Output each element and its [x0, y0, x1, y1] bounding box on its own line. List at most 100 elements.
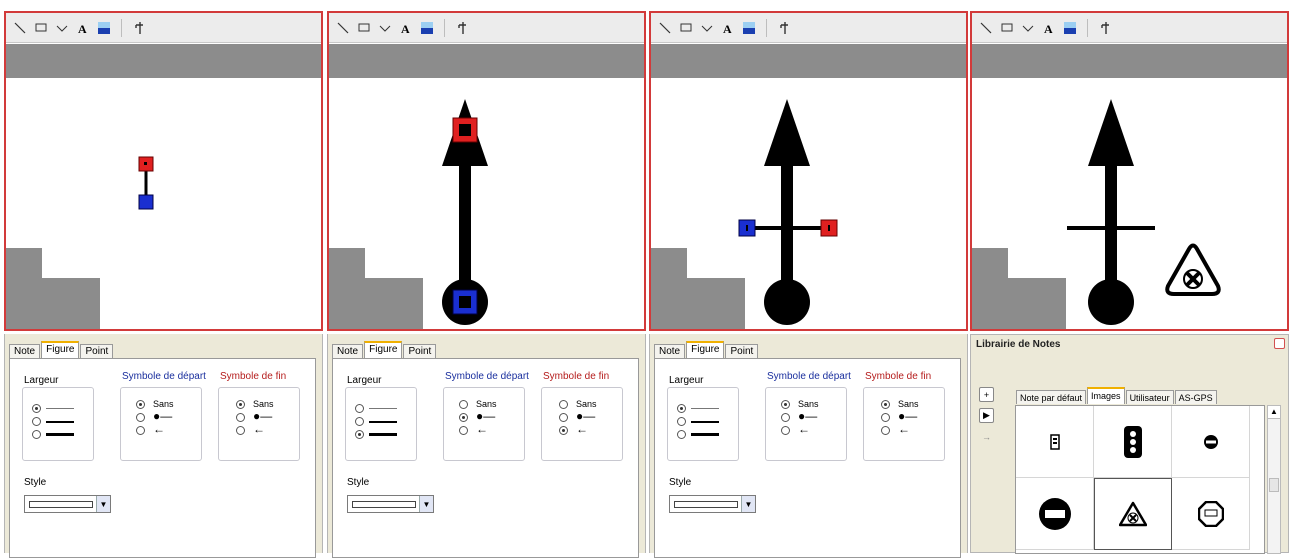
map-view-1[interactable]: A [4, 11, 323, 331]
map-view-4[interactable]: A [970, 11, 1289, 331]
move-icon[interactable]: → [979, 429, 994, 444]
curve-tool-icon[interactable] [699, 19, 715, 37]
anchor-tool-icon[interactable] [454, 19, 470, 37]
fill-color-icon[interactable] [419, 19, 435, 37]
tab-note-par-defaut[interactable]: Note par défaut [1016, 390, 1087, 404]
end-dot-radio[interactable] [559, 413, 568, 422]
arrow-figure[interactable] [329, 78, 644, 329]
map-view-2[interactable]: A [327, 11, 646, 331]
images-scrollbar[interactable]: ▲ [1267, 405, 1281, 554]
scroll-up-icon[interactable]: ▲ [1268, 406, 1280, 419]
drawing-canvas[interactable] [329, 78, 644, 329]
library-side-buttons: + ▶ → [979, 387, 997, 547]
start-none-radio[interactable] [459, 400, 468, 409]
close-icon[interactable] [1274, 338, 1285, 349]
traffic-sign-small-icon[interactable] [1016, 406, 1094, 478]
drawing-canvas[interactable] [972, 78, 1287, 329]
start-dot-radio[interactable] [136, 413, 145, 422]
anchor-tool-icon[interactable] [776, 19, 792, 37]
tab-utilisateur[interactable]: Utilisateur [1125, 390, 1174, 404]
chevron-down-icon[interactable]: ▼ [96, 496, 110, 512]
width-thin-radio[interactable] [355, 404, 364, 413]
fill-color-icon[interactable] [741, 19, 757, 37]
end-arrow-radio[interactable] [559, 426, 568, 435]
width-thick-radio[interactable] [355, 430, 364, 439]
style-select[interactable]: ▼ [24, 495, 111, 513]
start-handle[interactable] [138, 194, 154, 210]
header-band [6, 44, 321, 78]
no-entry-icon[interactable] [1016, 478, 1094, 550]
drawing-canvas[interactable] [651, 78, 966, 329]
arrow-figure[interactable] [972, 78, 1287, 329]
line-tool-icon[interactable] [657, 19, 673, 37]
tab-point[interactable]: Point [80, 344, 114, 358]
fill-color-icon[interactable] [96, 19, 112, 37]
thin-line-sample [691, 408, 719, 409]
tab-images[interactable]: Images [1087, 387, 1125, 404]
width-thin-radio[interactable] [32, 404, 41, 413]
chevron-down-icon[interactable]: ▼ [419, 496, 433, 512]
curve-tool-icon[interactable] [1020, 19, 1036, 37]
chevron-down-icon[interactable]: ▼ [741, 496, 755, 512]
tab-note[interactable]: Note [9, 344, 41, 358]
curve-tool-icon[interactable] [377, 19, 393, 37]
rectangle-tool-icon[interactable] [356, 19, 372, 37]
end-dot-radio[interactable] [236, 413, 245, 422]
end-arrow-radio[interactable] [881, 426, 890, 435]
hazard-x-icon[interactable] [1165, 243, 1221, 296]
text-tool-icon[interactable]: A [1041, 19, 1057, 37]
rectangle-tool-icon[interactable] [999, 19, 1015, 37]
traffic-light-icon[interactable] [1094, 406, 1172, 478]
rectangle-tool-icon[interactable] [33, 19, 49, 37]
anchor-tool-icon[interactable] [131, 19, 147, 37]
end-none-radio[interactable] [881, 400, 890, 409]
end-none-radio[interactable] [559, 400, 568, 409]
end-dot-radio[interactable] [881, 413, 890, 422]
end-arrow-radio[interactable] [236, 426, 245, 435]
hazard-x-icon[interactable] [1094, 478, 1172, 550]
import-icon[interactable]: ▶ [979, 408, 994, 423]
width-thin-radio[interactable] [677, 404, 686, 413]
width-thick-radio[interactable] [32, 430, 41, 439]
tab-point[interactable]: Point [725, 344, 759, 358]
text-tool-icon[interactable]: A [720, 19, 736, 37]
tab-as-gps[interactable]: AS-GPS [1174, 390, 1217, 404]
fill-color-icon[interactable] [1062, 19, 1078, 37]
scroll-thumb[interactable] [1269, 478, 1279, 492]
start-arrow-radio[interactable] [459, 426, 468, 435]
stop-sign-icon[interactable] [1172, 478, 1250, 550]
tab-figure[interactable]: Figure [686, 341, 725, 358]
tab-note[interactable]: Note [654, 344, 686, 358]
line-tool-icon[interactable] [12, 19, 28, 37]
width-thick-radio[interactable] [677, 430, 686, 439]
width-medium-radio[interactable] [32, 417, 41, 426]
add-icon[interactable]: + [979, 387, 994, 402]
start-none-radio[interactable] [136, 400, 145, 409]
line-tool-icon[interactable] [335, 19, 351, 37]
start-dot-radio[interactable] [781, 413, 790, 422]
start-arrow-radio[interactable] [781, 426, 790, 435]
style-select[interactable]: ▼ [347, 495, 434, 513]
line-tool-icon[interactable] [978, 19, 994, 37]
curve-tool-icon[interactable] [54, 19, 70, 37]
rectangle-tool-icon[interactable] [678, 19, 694, 37]
tab-point[interactable]: Point [403, 344, 437, 358]
width-medium-radio[interactable] [355, 417, 364, 426]
anchor-tool-icon[interactable] [1097, 19, 1113, 37]
map-view-3[interactable]: A [649, 11, 968, 331]
text-tool-icon[interactable]: A [75, 19, 91, 37]
tab-note[interactable]: Note [332, 344, 364, 358]
start-none-radio[interactable] [781, 400, 790, 409]
start-arrow-radio[interactable] [136, 426, 145, 435]
drawing-canvas[interactable] [6, 78, 321, 329]
end-none-radio[interactable] [236, 400, 245, 409]
start-dot-radio[interactable] [459, 413, 468, 422]
tab-figure[interactable]: Figure [364, 341, 403, 358]
width-medium-radio[interactable] [677, 417, 686, 426]
text-tool-icon[interactable]: A [398, 19, 414, 37]
no-entry-small-icon[interactable] [1172, 406, 1250, 478]
style-select[interactable]: ▼ [669, 495, 756, 513]
line-figure[interactable] [6, 78, 321, 329]
arrow-figure[interactable] [651, 78, 966, 329]
tab-figure[interactable]: Figure [41, 341, 80, 358]
